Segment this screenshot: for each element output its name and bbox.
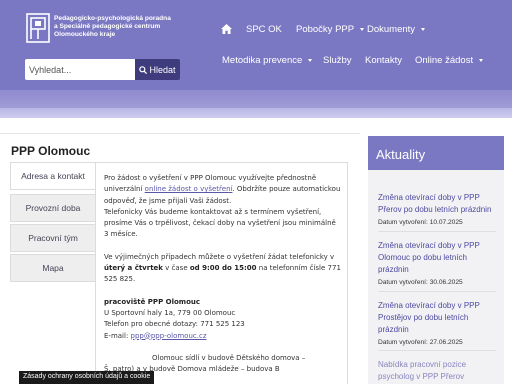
- search-form: Hledat: [25, 59, 180, 80]
- nav-pobocky-ppp[interactable]: Pobočky PPP: [296, 24, 365, 35]
- nav-spc-ok[interactable]: SPC OK: [246, 24, 282, 35]
- news-item[interactable]: Změna otevírací doby v PPP Prostějov po …: [378, 300, 498, 346]
- news-item[interactable]: Změna otevírací doby v PPP Přerov po dob…: [378, 192, 498, 226]
- search-button[interactable]: Hledat: [135, 59, 180, 80]
- site-header: Pedagogicko-psychologická poradna a Spec…: [0, 0, 512, 118]
- tab-content: Pro žádost o vyšetření v PPP Olomouc vyu…: [104, 173, 342, 384]
- search-input[interactable]: [25, 59, 135, 80]
- text: Olomouc sídlí v budově Dětského domova –: [152, 353, 306, 362]
- intro-paragraph: Pro žádost o vyšetření v PPP Olomouc vyu…: [104, 173, 342, 241]
- address-title: pracoviště PPP Olomouc: [104, 297, 201, 306]
- brand-line-2: a Speciálně pedagogické centrum: [54, 23, 161, 31]
- chevron-down-icon: [308, 59, 313, 62]
- date-value: 27.06.2025: [429, 339, 463, 346]
- brand-line-1: Pedagogicko-psychologická poradna: [54, 15, 171, 22]
- days-text: úterý a čtvrtek: [104, 264, 163, 273]
- date-label: Datum vytvoření:: [378, 219, 428, 226]
- news-date: Datum vytvoření: 27.06.2025: [378, 339, 498, 346]
- page-title: PPP Olomouc: [11, 144, 91, 158]
- divider: [0, 133, 360, 134]
- tab-label: Pracovní tým: [28, 233, 78, 243]
- brand-name[interactable]: Pedagogicko-psychologická poradna a Spec…: [54, 15, 204, 40]
- hours-text: od 9:00 do 15:00: [189, 264, 257, 273]
- text: Ve výjimečných případech můžete o vyšetř…: [104, 252, 335, 261]
- nav-label: Kontakty: [365, 55, 402, 66]
- home-icon[interactable]: [221, 24, 232, 34]
- tab-label: Adresa a kontakt: [21, 171, 85, 181]
- nav-dokumenty[interactable]: Dokumenty: [367, 24, 426, 35]
- tab-label: Provozní doba: [25, 203, 81, 213]
- brand-line-3: Olomouckého kraje: [54, 31, 116, 39]
- phone-line: Telefon pro obecné dotazy: 771 525 123: [104, 320, 245, 329]
- nav-online-zadost[interactable]: Online žádost: [415, 55, 484, 66]
- online-request-link[interactable]: online žádost o vyšetření: [145, 185, 233, 193]
- text: v čase: [162, 264, 190, 273]
- nav-label: SPC OK: [246, 24, 282, 35]
- nav-label: Online žádost: [415, 55, 474, 66]
- phone-paragraph: Ve výjimečných případech můžete o vyšetř…: [104, 252, 342, 286]
- nav-label: Pobočky PPP: [296, 24, 355, 35]
- date-label: Datum vytvoření:: [378, 279, 428, 286]
- tab-mapa[interactable]: Mapa: [10, 254, 96, 282]
- chevron-down-icon: [479, 59, 484, 62]
- nav-label: Dokumenty: [367, 24, 416, 35]
- address-block: pracoviště PPP Olomouc U Sportovní haly …: [104, 297, 342, 342]
- news-item[interactable]: Změna otevírací doby v PPP Olomouc po do…: [378, 240, 498, 286]
- cookie-text: Zásady ochrany osobních údajů a cookie: [23, 373, 151, 380]
- divider: [378, 231, 496, 232]
- news-title[interactable]: Změna otevírací doby v PPP Prostějov po …: [378, 300, 498, 336]
- news-title[interactable]: Změna otevírací doby v PPP Olomouc po do…: [378, 240, 498, 276]
- date-value: 30.06.2025: [429, 279, 463, 286]
- address-line: U Sportovní haly 1a, 779 00 Olomouc: [104, 308, 236, 317]
- tab-adresa-a-kontakt[interactable]: Adresa a kontakt: [10, 162, 96, 190]
- sidebar-heading: Aktuality: [368, 136, 504, 170]
- tab-label: Mapa: [42, 263, 64, 273]
- tab-pracovni-tym[interactable]: Pracovní tým: [10, 224, 96, 252]
- news-title[interactable]: Nabídka pracovní pozice psycholog v PPP …: [378, 359, 498, 383]
- news-sidebar: Aktuality Změna otevírací doby v PPP Pře…: [368, 136, 504, 384]
- news-title[interactable]: Změna otevírací doby v PPP Přerov po dob…: [378, 192, 498, 216]
- search-icon: [139, 65, 148, 74]
- divider: [378, 350, 496, 351]
- text: Telefonicky Vás budeme kontaktovat až s …: [104, 207, 336, 239]
- chevron-down-icon: [421, 28, 426, 31]
- news-date: Datum vytvoření: 10.07.2025: [378, 219, 498, 226]
- cookie-notice[interactable]: Zásady ochrany osobních údajů a cookie: [19, 371, 155, 384]
- news-item[interactable]: Nabídka pracovní pozice psycholog v PPP …: [378, 359, 498, 383]
- email-link[interactable]: ppp@ppp-olomouc.cz: [131, 332, 207, 340]
- divider: [378, 291, 496, 292]
- nav-sluzby[interactable]: Služby: [323, 55, 352, 66]
- logo-icon[interactable]: [26, 13, 50, 43]
- header-band: [0, 90, 512, 118]
- search-button-label: Hledat: [149, 64, 176, 75]
- date-value: 10.07.2025: [429, 219, 463, 226]
- chevron-down-icon: [360, 28, 365, 31]
- news-date: Datum vytvoření: 30.06.2025: [378, 279, 498, 286]
- tab-provozni-doba[interactable]: Provozní doba: [10, 194, 96, 222]
- date-label: Datum vytvoření:: [378, 339, 428, 346]
- nav-label: Metodika prevence: [222, 55, 303, 66]
- nav-kontakty[interactable]: Kontakty: [365, 55, 402, 66]
- nav-metodika-prevence[interactable]: Metodika prevence: [222, 55, 313, 66]
- email-label: E-mail:: [104, 331, 131, 340]
- nav-label: Služby: [323, 55, 352, 66]
